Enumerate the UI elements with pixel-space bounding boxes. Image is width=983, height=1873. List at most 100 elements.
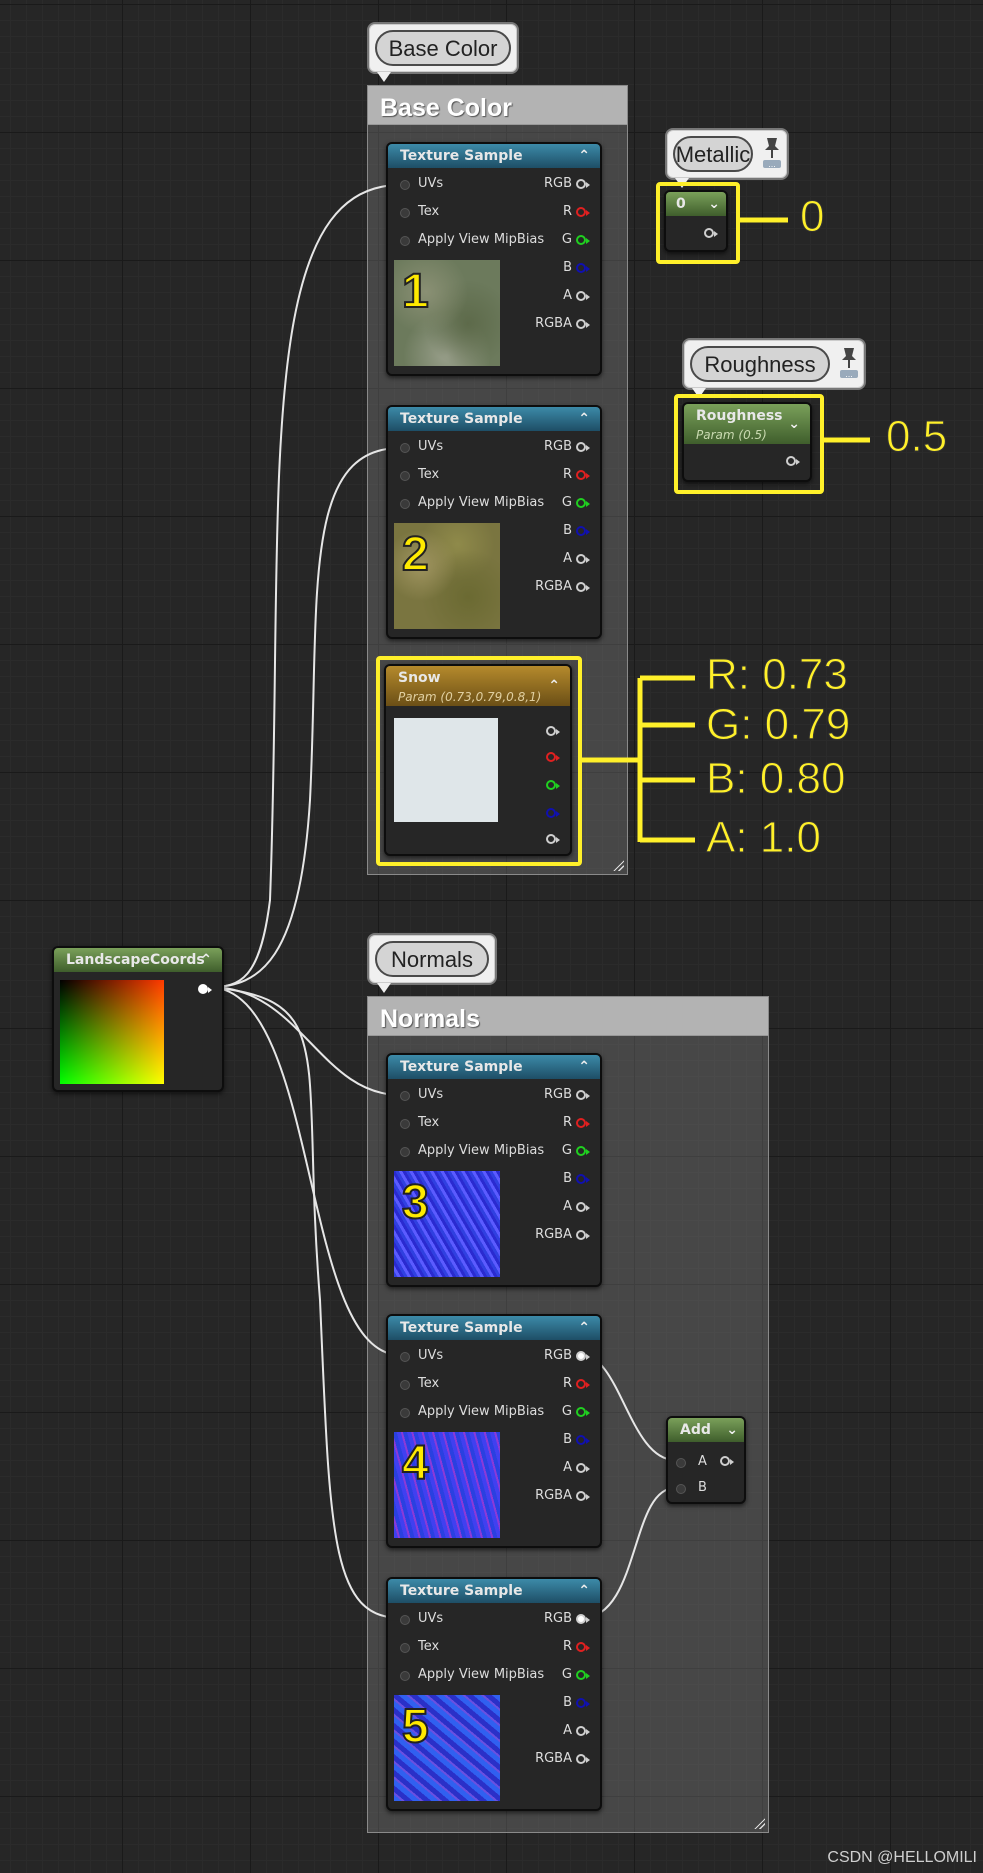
chevron-up-icon[interactable]: ⌃: [578, 1055, 590, 1079]
input-pin[interactable]: [400, 499, 410, 509]
input-pin[interactable]: [400, 180, 410, 190]
input-pin[interactable]: [400, 208, 410, 218]
comment-bubble-normals[interactable]: Normals: [367, 933, 497, 993]
output-pin-rgba[interactable]: [576, 582, 590, 592]
output-pin[interactable]: [704, 228, 718, 238]
output-pin-rgba[interactable]: [576, 1754, 590, 1764]
output-pin-g[interactable]: [546, 780, 560, 790]
output-pin-b[interactable]: [576, 526, 590, 536]
texture-sample-node[interactable]: Texture Sample ⌃ UVs Tex Apply View MipBias R…: [386, 142, 602, 376]
input-pin-b[interactable]: [676, 1484, 686, 1494]
output-pin-r[interactable]: [576, 1642, 590, 1652]
chevron-down-icon[interactable]: ⌄: [788, 412, 800, 436]
output-pin-rgba[interactable]: [576, 1491, 590, 1501]
node-header[interactable]: LandscapeCoords ⌃: [54, 948, 222, 972]
output-pin-rgba[interactable]: [576, 319, 590, 329]
output-pin-g[interactable]: [576, 235, 590, 245]
input-pin[interactable]: [400, 1147, 410, 1157]
comment-bubble-metallic[interactable]: Metallic ...: [665, 128, 789, 188]
comment-bubble-roughness[interactable]: Roughness ...: [682, 338, 866, 398]
chevron-up-icon[interactable]: ⌃: [578, 407, 590, 431]
output-pin-r[interactable]: [576, 470, 590, 480]
output-pin-a[interactable]: [576, 291, 590, 301]
texture-sample-node[interactable]: Texture Sample ⌃ UVs Tex Apply View MipBias R…: [386, 1577, 602, 1811]
input-pin[interactable]: [400, 236, 410, 246]
output-pin-g[interactable]: [576, 1407, 590, 1417]
pin-icon[interactable]: ...: [836, 344, 862, 380]
output-pin[interactable]: [786, 456, 800, 466]
output-label: A: [563, 1460, 572, 1475]
pin-icon[interactable]: ...: [759, 134, 785, 170]
node-header[interactable]: Texture Sample ⌃: [388, 1055, 600, 1079]
resize-handle[interactable]: [753, 1817, 765, 1829]
output-pin-a[interactable]: [576, 1726, 590, 1736]
chevron-down-icon[interactable]: ⌄: [708, 192, 720, 216]
chevron-up-icon[interactable]: ⌃: [578, 1579, 590, 1603]
node-header[interactable]: Texture Sample ⌃: [388, 1579, 600, 1603]
input-label: UVs: [418, 1087, 444, 1102]
output-pin-a[interactable]: [576, 1463, 590, 1473]
input-pin-a[interactable]: [676, 1458, 686, 1468]
add-node[interactable]: Add ⌄ A B: [666, 1416, 746, 1504]
node-header[interactable]: Add ⌄: [668, 1418, 744, 1442]
node-header[interactable]: Texture Sample ⌃: [388, 144, 600, 168]
output-pin-r[interactable]: [576, 207, 590, 217]
input-pin[interactable]: [400, 1615, 410, 1625]
landscape-coords-node[interactable]: LandscapeCoords ⌃: [52, 946, 224, 1092]
input-pin[interactable]: [400, 1408, 410, 1418]
input-pin[interactable]: [400, 1091, 410, 1101]
roughness-param-node[interactable]: Roughness Param (0.5) ⌄: [682, 402, 812, 482]
texture-sample-node[interactable]: Texture Sample ⌃ UVs Tex Apply View MipBias R…: [386, 405, 602, 639]
chevron-up-icon[interactable]: ⌃: [578, 1316, 590, 1340]
resize-handle[interactable]: [612, 859, 624, 871]
node-header[interactable]: Texture Sample ⌃: [388, 407, 600, 431]
output-label: R: [562, 204, 572, 219]
output-pin-rgba[interactable]: [576, 1230, 590, 1240]
output-pin-rgb[interactable]: [576, 179, 590, 189]
output-pin-r[interactable]: [576, 1118, 590, 1128]
output-pin-rgb[interactable]: [576, 442, 590, 452]
output-pin-rgba[interactable]: [546, 726, 560, 736]
chevron-up-icon[interactable]: ⌃: [578, 144, 590, 168]
node-header[interactable]: Snow Param (0.73,0.79,0.8,1) ⌃: [386, 666, 570, 706]
snow-r-value-label: R: 0.73: [706, 650, 849, 700]
chevron-up-icon[interactable]: ⌃: [548, 674, 560, 698]
node-header[interactable]: Texture Sample ⌃: [388, 1316, 600, 1340]
output-pin-b[interactable]: [576, 1174, 590, 1184]
input-pin[interactable]: [400, 1671, 410, 1681]
output-pin-a[interactable]: [576, 1202, 590, 1212]
comment-bubble-base-color[interactable]: Base Color: [367, 22, 519, 82]
texture-sample-node[interactable]: Texture Sample ⌃ UVs Tex Apply View MipBias R…: [386, 1314, 602, 1548]
output-pin-rgb[interactable]: [576, 1614, 590, 1624]
input-pin[interactable]: [400, 471, 410, 481]
output-pin-g[interactable]: [576, 1670, 590, 1680]
node-header[interactable]: Roughness Param (0.5) ⌄: [684, 404, 810, 444]
output-pin-b[interactable]: [576, 1435, 590, 1445]
metallic-constant-node[interactable]: 0 ⌄: [664, 190, 728, 252]
output-pin-rgb[interactable]: [576, 1090, 590, 1100]
output-pin-r[interactable]: [546, 752, 560, 762]
output-pin-g[interactable]: [576, 498, 590, 508]
input-pin[interactable]: [400, 443, 410, 453]
output-pin-g[interactable]: [576, 1146, 590, 1156]
texture-index-label: 3: [401, 1175, 430, 1230]
output-pin-b[interactable]: [576, 263, 590, 273]
snow-param-node[interactable]: Snow Param (0.73,0.79,0.8,1) ⌃: [384, 664, 572, 856]
chevron-down-icon[interactable]: ⌄: [726, 1418, 738, 1442]
texture-sample-node[interactable]: Texture Sample ⌃ UVs Tex Apply View MipBias R…: [386, 1053, 602, 1287]
output-pin-a[interactable]: [546, 834, 560, 844]
output-pin-b[interactable]: [546, 808, 560, 818]
chevron-up-icon[interactable]: ⌃: [200, 948, 212, 972]
node-header[interactable]: 0 ⌄: [666, 192, 726, 216]
output-label: RGB: [543, 439, 572, 454]
output-pin-r[interactable]: [576, 1379, 590, 1389]
input-pin[interactable]: [400, 1380, 410, 1390]
output-pin-a[interactable]: [576, 554, 590, 564]
input-pin[interactable]: [400, 1119, 410, 1129]
output-pin[interactable]: [198, 984, 212, 994]
output-pin-b[interactable]: [576, 1698, 590, 1708]
input-pin[interactable]: [400, 1643, 410, 1653]
output-pin[interactable]: [720, 1456, 734, 1466]
output-pin-rgb[interactable]: [576, 1351, 590, 1361]
input-pin[interactable]: [400, 1352, 410, 1362]
